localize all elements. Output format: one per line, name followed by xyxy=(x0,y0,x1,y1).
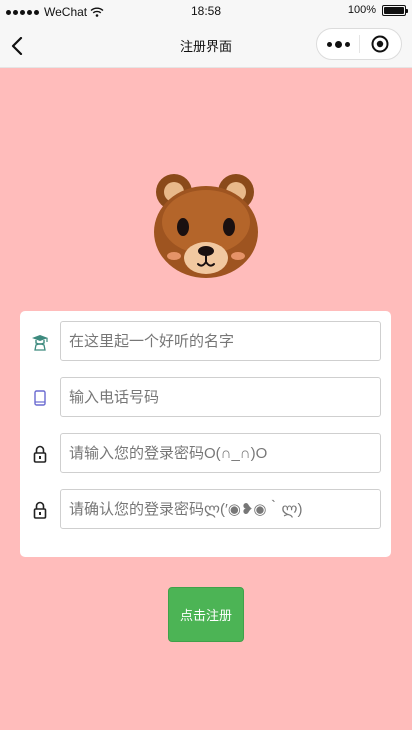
confirm-password-input[interactable] xyxy=(60,489,381,529)
mini-program-capsule xyxy=(316,28,402,60)
graduation-cap-icon xyxy=(30,332,50,352)
username-input[interactable] xyxy=(60,321,381,361)
battery-icon xyxy=(382,4,408,16)
lock-icon xyxy=(30,444,50,464)
close-mini-program-button[interactable] xyxy=(360,29,401,59)
password-row xyxy=(20,433,391,475)
confirm-password-row xyxy=(20,489,391,531)
username-row xyxy=(20,321,391,363)
phone-row xyxy=(20,377,391,419)
password-input[interactable] xyxy=(60,433,381,473)
registration-form xyxy=(20,311,391,557)
phone-input[interactable] xyxy=(60,377,381,417)
target-circle-icon xyxy=(371,35,389,53)
battery-percent: 100% xyxy=(347,4,376,16)
lock-icon xyxy=(30,500,50,520)
bear-face-icon xyxy=(154,174,258,278)
navigation-bar: 注册界面 xyxy=(0,24,412,68)
more-dots-icon xyxy=(326,40,350,48)
status-bar: WeChat 18:58 100% xyxy=(0,0,412,24)
more-button[interactable] xyxy=(317,29,359,59)
phone-icon xyxy=(30,388,50,408)
battery-status: 100% xyxy=(347,4,408,16)
register-button[interactable]: 点击注册 xyxy=(168,587,244,642)
